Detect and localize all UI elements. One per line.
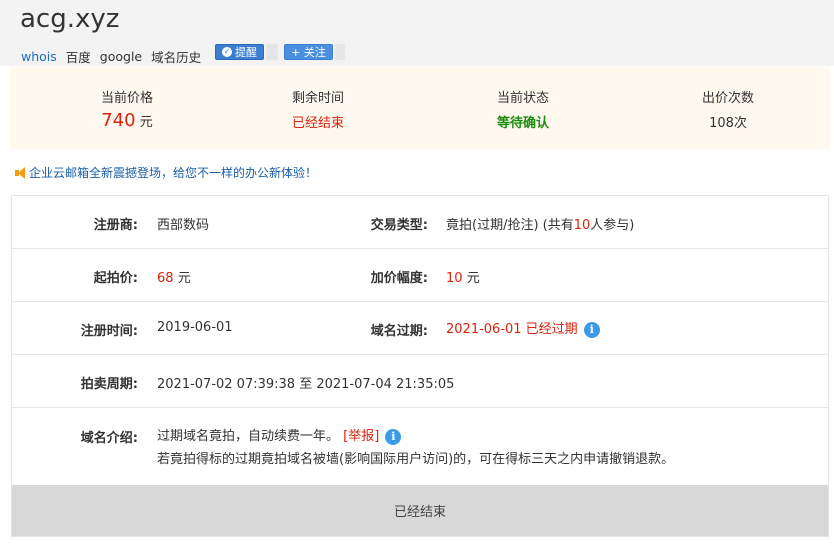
stat-status: 当前状态 等待确认	[423, 87, 623, 131]
header: acg.xyz whois 百度 google 域名历史 ✓ 提醒 + 关注	[0, 0, 834, 66]
notice-text: 企业云邮箱全新震撼登场，给您不一样的办公新体验！	[29, 166, 318, 180]
bids-label: 出价次数	[701, 91, 754, 106]
remind-count-box	[266, 44, 278, 60]
reg-time-label: 注册时间:	[80, 324, 138, 339]
intro-label: 域名介绍:	[80, 431, 138, 446]
registrar-value: 西部数码	[157, 218, 210, 233]
auction-stats: 当前价格 740 元 剩余时间 已经结束 当前状态 等待确认 出价次数 108次	[10, 67, 830, 149]
row-registrar: 注册商: 西部数码 交易类型: 竟拍(过期/抢注) (共有10人参与)	[12, 196, 828, 249]
intro-note: 若竟拍得标的过期竟拍域名被墙(影响国际用户访问)的，可在得标三天之内申请撤销退款…	[157, 452, 675, 467]
start-price-value: 68	[157, 271, 174, 286]
speaker-icon	[15, 166, 25, 179]
increment-unit: 元	[466, 271, 480, 286]
stat-bids: 出价次数 108次	[628, 87, 828, 131]
domain-title: acg.xyz	[20, 4, 120, 34]
stat-price: 当前价格 740 元	[27, 87, 227, 131]
check-icon: ✓	[222, 47, 232, 57]
remaining-label: 剩余时间	[291, 91, 344, 106]
start-price-unit: 元	[177, 271, 191, 286]
domain-history-link[interactable]: 域名历史	[151, 47, 201, 66]
period-value: 2021-07-02 07:39:38 至 2021-07-04 21:35:0…	[157, 377, 455, 392]
increment-label: 加价幅度:	[370, 271, 428, 286]
info-icon[interactable]: i	[385, 428, 402, 445]
ended-button[interactable]: 已经结束	[12, 485, 828, 536]
participant-count: 10	[573, 218, 591, 233]
expire-value: 2021-06-01 已经过期	[446, 322, 578, 337]
type-label: 交易类型:	[370, 218, 428, 233]
remaining-value: 已经结束	[291, 116, 344, 131]
detail-panel: 注册商: 西部数码 交易类型: 竟拍(过期/抢注) (共有10人参与) 起拍价:…	[11, 195, 829, 537]
remind-label: 提醒	[235, 46, 257, 59]
start-price-label: 起拍价:	[93, 271, 138, 286]
increment-value: 10	[446, 271, 463, 286]
row-price: 起拍价: 68 元 加价幅度: 10 元	[12, 249, 828, 302]
domain-links: whois 百度 google 域名历史	[21, 47, 210, 66]
intro-text: 过期域名竟拍，自动续费一年。	[157, 429, 340, 444]
promo-notice[interactable]: 企业云邮箱全新震撼登场，给您不一样的办公新体验！	[15, 164, 317, 181]
status-value: 等待确认	[496, 116, 549, 131]
registrar-label: 注册商:	[93, 218, 138, 233]
google-link[interactable]: google	[100, 49, 142, 64]
bids-value: 108次	[709, 116, 747, 131]
price-unit: 元	[139, 115, 153, 130]
baidu-link[interactable]: 百度	[66, 47, 91, 66]
whois-link[interactable]: whois	[21, 49, 57, 64]
follow-label: + 关注	[291, 46, 326, 59]
stat-remaining: 剩余时间 已经结束	[218, 87, 418, 131]
price-label: 当前价格	[100, 91, 153, 106]
follow-button[interactable]: + 关注	[284, 44, 333, 60]
info-icon[interactable]: i	[583, 321, 600, 338]
remind-button[interactable]: ✓ 提醒	[215, 44, 264, 60]
type-value: 竟拍(过期/抢注) (共有10人参与)	[446, 218, 635, 233]
status-label: 当前状态	[496, 91, 549, 106]
report-link[interactable]: [举报]	[343, 429, 379, 444]
row-dates: 注册时间: 2019-06-01 域名过期: 2021-06-01 已经过期 i	[12, 302, 828, 355]
follow-count-box	[335, 44, 345, 60]
price-value: 740	[101, 110, 136, 131]
reg-time-value: 2019-06-01	[157, 320, 233, 335]
row-period: 拍卖周期: 2021-07-02 07:39:38 至 2021-07-04 2…	[12, 355, 828, 408]
expire-label: 域名过期:	[370, 324, 428, 339]
period-label: 拍卖周期:	[80, 377, 138, 392]
row-intro: 域名介绍: 过期域名竟拍，自动续费一年。 [举报] i 若竟拍得标的过期竟拍域名被…	[12, 408, 828, 484]
